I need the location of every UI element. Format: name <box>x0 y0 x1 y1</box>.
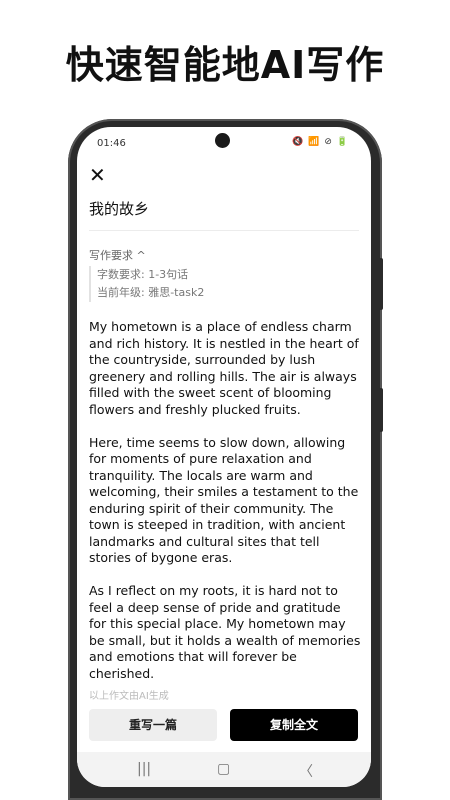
requirements-toggle[interactable]: 写作要求 ^ <box>89 247 146 263</box>
rewrite-button[interactable]: 重写一篇 <box>89 709 217 741</box>
grade-requirement: 当前年级: 雅思-task2 <box>97 286 205 299</box>
system-nav-bar: ||| ▢ 〈 <box>77 752 371 787</box>
phone-screen: 01:46 🔇 📶 ⊘ 🔋 ✕ 我的故乡 写作要求 ^ 字数要求: 1-3句话 … <box>77 127 371 787</box>
status-icons: 🔇 📶 ⊘ 🔋 <box>292 137 349 147</box>
promo-headline: 快速智能地AI写作 <box>65 43 385 87</box>
front-camera <box>215 133 230 148</box>
divider <box>89 230 359 231</box>
close-icon[interactable]: ✕ <box>89 165 106 185</box>
home-icon[interactable]: ▢ <box>217 761 230 777</box>
ai-generated-note: 以上作文由AI生成 <box>89 691 169 702</box>
copy-all-button[interactable]: 复制全文 <box>230 709 358 741</box>
power-button <box>379 388 383 432</box>
volume-button <box>379 258 383 310</box>
requirements-panel: 字数要求: 1-3句话 当前年级: 雅思-task2 <box>89 266 204 302</box>
essay-paragraph-3: As I reflect on my roots, it is hard not… <box>89 583 361 681</box>
status-time: 01:46 <box>97 138 126 149</box>
essay-paragraph-1: My hometown is a place of endless charm … <box>89 319 359 417</box>
essay-title: 我的故乡 <box>89 200 150 218</box>
essay-body: My hometown is a place of endless charm … <box>89 319 361 699</box>
recent-apps-icon[interactable]: ||| <box>137 761 151 777</box>
status-bar: 01:46 🔇 📶 ⊘ 🔋 <box>77 127 371 159</box>
word-count-requirement: 字数要求: 1-3句话 <box>97 268 189 281</box>
back-icon[interactable]: 〈 <box>299 761 313 781</box>
essay-paragraph-2: Here, time seems to slow down, allowing … <box>89 434 359 566</box>
